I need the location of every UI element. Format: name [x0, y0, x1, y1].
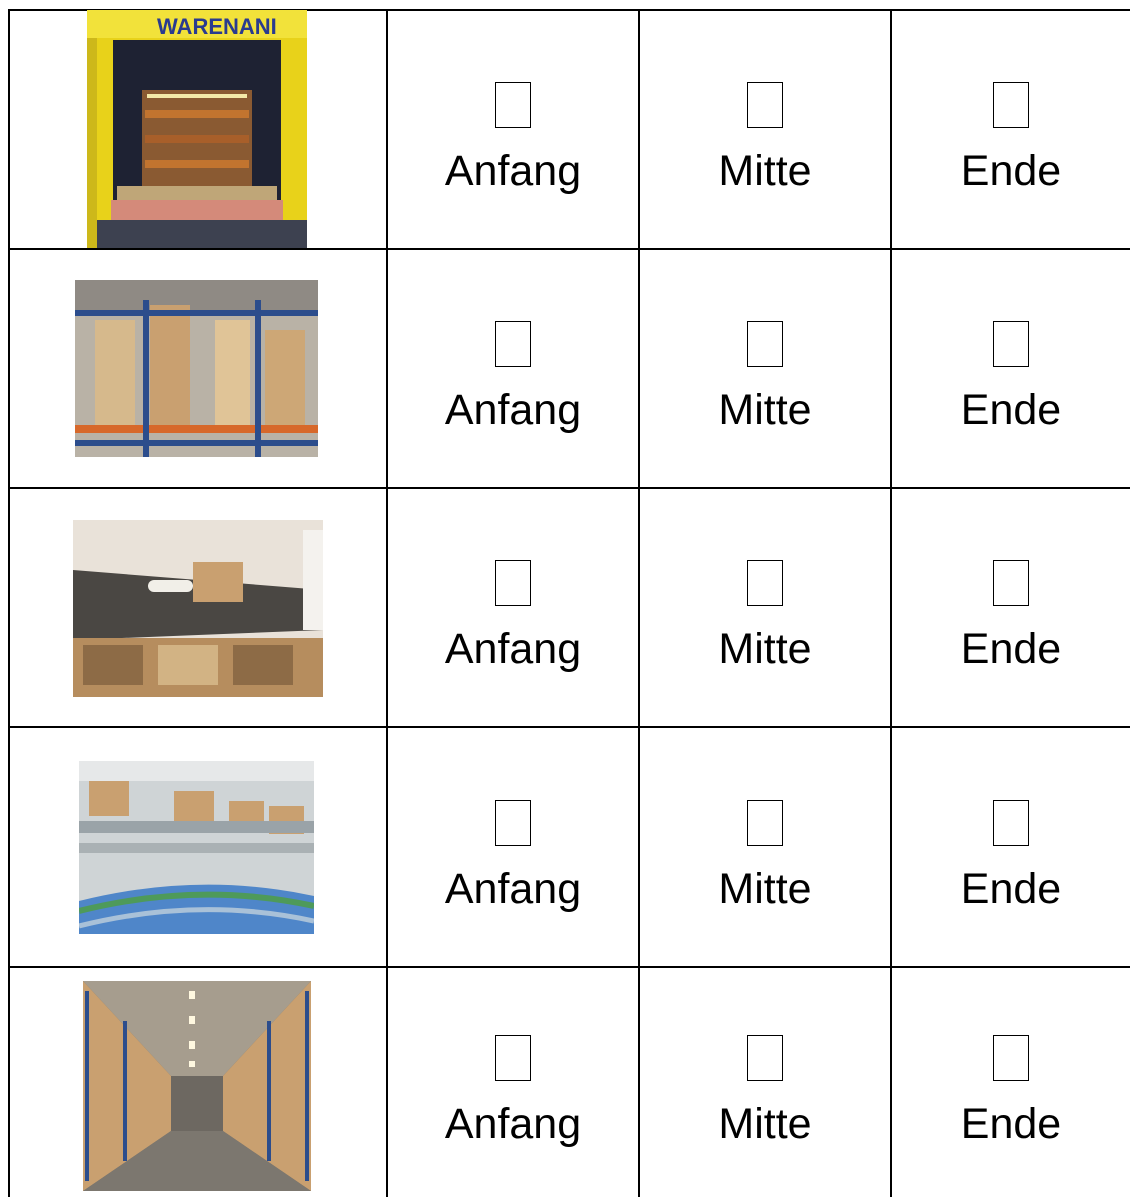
checkbox[interactable] [993, 321, 1029, 367]
option-label: Mitte [718, 1100, 812, 1148]
checkbox[interactable] [747, 321, 783, 367]
checkbox[interactable] [495, 321, 531, 367]
worksheet-table: WARENANI Anfang Mitte Ende Anfang Mitte … [8, 9, 1130, 1197]
row-1-option-mitte[interactable]: Mitte [640, 11, 890, 248]
checkbox[interactable] [993, 82, 1029, 128]
storage-rack-photo [75, 280, 318, 457]
checkbox[interactable] [495, 799, 531, 846]
row-3-option-ende[interactable]: Ende [892, 489, 1130, 726]
option-label: Mitte [718, 864, 812, 913]
checkbox[interactable] [747, 560, 783, 606]
row-2-option-anfang[interactable]: Anfang [388, 250, 638, 487]
option-label: Ende [960, 1100, 1062, 1148]
row-3-option-anfang[interactable]: Anfang [388, 489, 638, 726]
warehouse-aisle-photo [83, 981, 311, 1191]
checkbox[interactable] [495, 82, 531, 128]
dock-sign-text: WARENANI [157, 14, 277, 39]
packing-table-photo [73, 520, 323, 697]
option-label: Mitte [718, 625, 812, 673]
row-5-option-ende[interactable]: Ende [892, 968, 1130, 1197]
table-border-left [8, 9, 10, 1197]
option-label: Anfang [444, 625, 582, 673]
option-label: Anfang [444, 386, 582, 434]
option-label: Anfang [444, 1100, 582, 1148]
checkbox[interactable] [993, 560, 1029, 606]
checkbox[interactable] [747, 1035, 783, 1081]
row-1-option-anfang[interactable]: Anfang [388, 11, 638, 248]
row-4-option-mitte[interactable]: Mitte [640, 728, 890, 966]
option-label: Mitte [718, 386, 812, 434]
checkbox[interactable] [993, 1035, 1029, 1081]
checkbox[interactable] [747, 799, 783, 846]
option-label: Ende [960, 864, 1062, 913]
loading-dock-photo: WARENANI [87, 10, 307, 248]
checkbox[interactable] [495, 1035, 531, 1081]
option-label: Ende [960, 625, 1062, 673]
row-1-option-ende[interactable]: Ende [892, 11, 1130, 248]
row-4-option-anfang[interactable]: Anfang [388, 728, 638, 966]
option-label: Ende [960, 386, 1062, 434]
option-label: Anfang [444, 864, 582, 913]
row-5-option-anfang[interactable]: Anfang [388, 968, 638, 1197]
option-label: Ende [960, 147, 1062, 195]
checkbox[interactable] [747, 82, 783, 128]
row-2-option-ende[interactable]: Ende [892, 250, 1130, 487]
checkbox[interactable] [495, 560, 531, 606]
row-3-option-mitte[interactable]: Mitte [640, 489, 890, 726]
row-2-option-mitte[interactable]: Mitte [640, 250, 890, 487]
checkbox[interactable] [993, 799, 1029, 846]
row-5-option-mitte[interactable]: Mitte [640, 968, 890, 1197]
option-label: Anfang [444, 147, 582, 195]
conveyor-belt-photo [79, 761, 314, 934]
option-label: Mitte [718, 147, 812, 195]
row-4-option-ende[interactable]: Ende [892, 728, 1130, 966]
